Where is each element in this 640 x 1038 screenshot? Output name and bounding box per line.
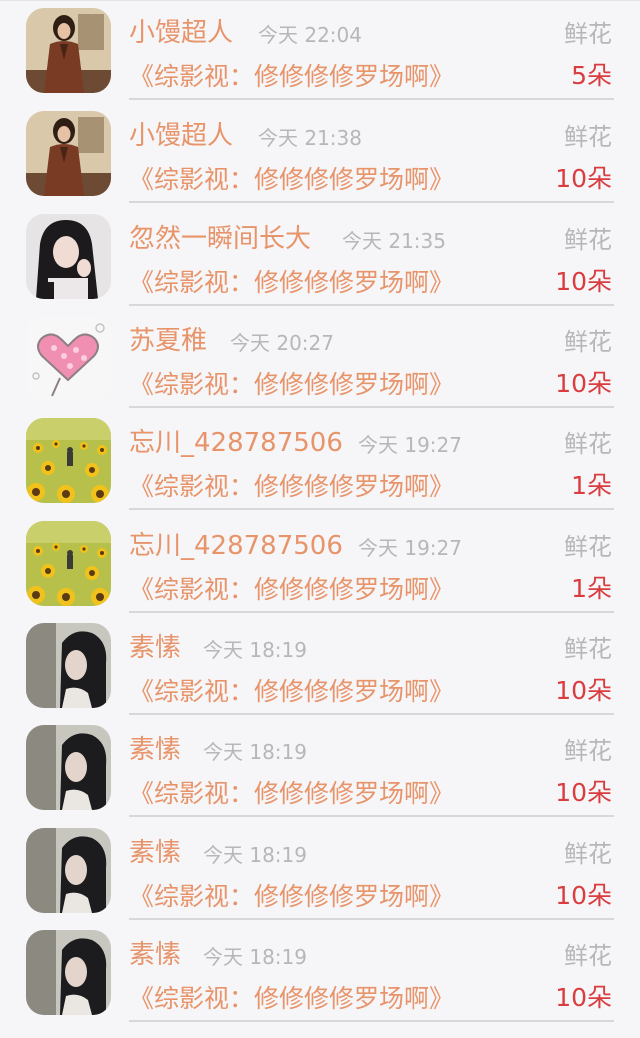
gift-record-row[interactable]: 小馒超人 今天 21:38 鲜花 《综影视：修修修修罗场啊》 10朵	[0, 102, 640, 204]
flower-count: 5朵	[571, 61, 612, 90]
gift-record-row[interactable]: 小馒超人 今天 22:04 鲜花 《综影视：修修修修罗场啊》 5朵	[0, 0, 640, 101]
row-divider	[129, 406, 614, 408]
flower-gift-list: 小馒超人 今天 22:04 鲜花 《综影视：修修修修罗场啊》 5朵 小馒超人 今…	[0, 0, 640, 1038]
gift-type-label: 鲜花	[564, 533, 612, 561]
work-title-link[interactable]: 《综影视：修修修修罗场啊》	[129, 367, 454, 403]
send-time: 今天 19:27	[358, 433, 462, 457]
work-title-link[interactable]: 《综影视：修修修修罗场啊》	[129, 265, 454, 301]
row-divider	[129, 304, 614, 306]
gift-record-row[interactable]: 忘川_428787506 今天 19:27 鲜花 《综影视：修修修修罗场啊》 1…	[0, 512, 640, 614]
send-time: 今天 18:19	[203, 638, 307, 662]
row-divider	[129, 508, 614, 510]
gift-type-label: 鲜花	[564, 20, 612, 48]
gift-type-label: 鲜花	[564, 430, 612, 458]
sender-name[interactable]: 素愫	[129, 835, 181, 871]
sender-name[interactable]: 素愫	[129, 732, 181, 768]
flower-count: 10朵	[555, 164, 612, 193]
sender-name[interactable]: 忘川_428787506	[129, 425, 343, 461]
long-hair-girl-avatar[interactable]	[26, 930, 111, 1015]
gift-record-row[interactable]: 素愫 今天 18:19 鲜花 《综影视：修修修修罗场啊》 10朵	[0, 819, 640, 921]
row-divider	[129, 918, 614, 920]
send-time: 今天 18:19	[203, 740, 307, 764]
woman-in-coat-avatar[interactable]	[26, 111, 111, 196]
row-divider	[129, 815, 614, 817]
send-time: 今天 22:04	[258, 23, 362, 47]
gift-type-label: 鲜花	[564, 737, 612, 765]
pink-heart-avatar[interactable]	[26, 316, 111, 401]
sender-name[interactable]: 素愫	[129, 630, 181, 666]
send-time: 今天 18:19	[203, 843, 307, 867]
gift-type-label: 鲜花	[564, 942, 612, 970]
gift-record-row[interactable]: 忽然一瞬间长大 今天 21:35 鲜花 《综影视：修修修修罗场啊》 10朵	[0, 205, 640, 307]
work-title-link[interactable]: 《综影视：修修修修罗场啊》	[129, 776, 454, 812]
row-divider	[129, 713, 614, 715]
woman-in-coat-avatar[interactable]	[26, 8, 111, 93]
send-time: 今天 20:27	[230, 331, 334, 355]
gift-record-row[interactable]: 素愫 今天 18:19 鲜花 《综影视：修修修修罗场啊》 10朵	[0, 921, 640, 1023]
row-divider	[129, 1020, 614, 1022]
flower-count: 10朵	[555, 267, 612, 296]
gift-type-label: 鲜花	[564, 328, 612, 356]
gift-record-row[interactable]: 苏夏稚 今天 20:27 鲜花 《综影视：修修修修罗场啊》 10朵	[0, 307, 640, 409]
flower-count: 10朵	[555, 983, 612, 1012]
send-time: 今天 19:27	[358, 536, 462, 560]
gift-record-row[interactable]: 忘川_428787506 今天 19:27 鲜花 《综影视：修修修修罗场啊》 1…	[0, 409, 640, 511]
work-title-link[interactable]: 《综影视：修修修修罗场啊》	[129, 981, 454, 1017]
send-time: 今天 18:19	[203, 945, 307, 969]
row-divider	[129, 201, 614, 203]
sender-name[interactable]: 素愫	[129, 937, 181, 973]
flower-count: 10朵	[555, 369, 612, 398]
send-time: 今天 21:38	[258, 126, 362, 150]
gift-type-label: 鲜花	[564, 123, 612, 151]
long-hair-girl-avatar[interactable]	[26, 623, 111, 708]
gift-type-label: 鲜花	[564, 840, 612, 868]
work-title-link[interactable]: 《综影视：修修修修罗场啊》	[129, 674, 454, 710]
flower-count: 1朵	[571, 574, 612, 603]
flower-count: 10朵	[555, 676, 612, 705]
send-time: 今天 21:35	[342, 229, 446, 253]
flower-count: 10朵	[555, 778, 612, 807]
gift-record-row[interactable]: 素愫 今天 18:19 鲜花 《综影视：修修修修罗场啊》 10朵	[0, 614, 640, 716]
work-title-link[interactable]: 《综影视：修修修修罗场啊》	[129, 162, 454, 198]
sender-name[interactable]: 忽然一瞬间长大	[129, 221, 311, 257]
work-title-link[interactable]: 《综影视：修修修修罗场啊》	[129, 59, 454, 95]
flower-count: 1朵	[571, 471, 612, 500]
row-divider	[129, 98, 614, 100]
row-divider	[129, 611, 614, 613]
dark-hair-girl-avatar[interactable]	[26, 214, 111, 299]
sender-name[interactable]: 忘川_428787506	[129, 528, 343, 564]
work-title-link[interactable]: 《综影视：修修修修罗场啊》	[129, 469, 454, 505]
flower-count: 10朵	[555, 881, 612, 910]
sunflower-field-avatar[interactable]	[26, 521, 111, 606]
work-title-link[interactable]: 《综影视：修修修修罗场啊》	[129, 879, 454, 915]
sender-name[interactable]: 小馒超人	[129, 118, 233, 154]
long-hair-girl-avatar[interactable]	[26, 725, 111, 810]
sender-name[interactable]: 小馒超人	[129, 15, 233, 51]
work-title-link[interactable]: 《综影视：修修修修罗场啊》	[129, 572, 454, 608]
gift-type-label: 鲜花	[564, 226, 612, 254]
gift-type-label: 鲜花	[564, 635, 612, 663]
gift-record-row[interactable]: 素愫 今天 18:19 鲜花 《综影视：修修修修罗场啊》 10朵	[0, 716, 640, 818]
sender-name[interactable]: 苏夏稚	[129, 323, 207, 359]
sunflower-field-avatar[interactable]	[26, 418, 111, 503]
long-hair-girl-avatar[interactable]	[26, 828, 111, 913]
